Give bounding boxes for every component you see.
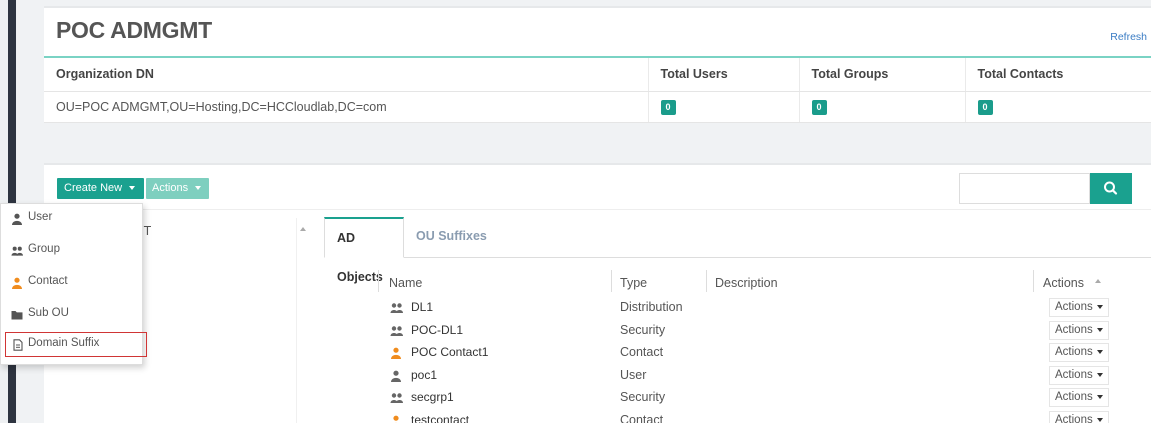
total-users-badge: 0: [660, 99, 676, 115]
col-header-organization-dn: Organization DN: [44, 58, 648, 92]
column-divider: [1033, 270, 1034, 292]
chevron-down-icon: [1096, 395, 1103, 399]
tab-ou-suffixes[interactable]: OU Suffixes: [404, 217, 499, 258]
menu-item-label: Sub OU: [28, 307, 69, 319]
menu-item-label: User: [28, 211, 53, 223]
chevron-down-icon: [195, 186, 202, 190]
object-name: POC-DL1: [411, 322, 464, 337]
chevron-down-icon: [1096, 350, 1103, 354]
row-actions-dropdown[interactable]: Actions: [1049, 388, 1109, 407]
contact-icon: [391, 347, 401, 359]
tree-scrollbar[interactable]: [296, 218, 310, 423]
actions-button[interactable]: Actions: [146, 178, 209, 199]
ou-objects-panel: Create New Actions DMGMT AD Objects OU S…: [44, 163, 1151, 423]
actions-label: Actions: [152, 182, 189, 194]
object-name: poc1: [411, 367, 438, 382]
menu-item-label: Contact: [28, 275, 68, 287]
org-table-header: Organization DN Total Users Total Groups…: [44, 58, 1151, 92]
object-name: secgrp1: [411, 390, 454, 404]
organization-dn: OU=POC ADMGMT,OU=Hosting,DC=HCCloudlab,D…: [44, 91, 648, 123]
row-actions-label: Actions: [1055, 346, 1093, 358]
search-input[interactable]: [959, 173, 1090, 204]
row-actions-label: Actions: [1055, 301, 1093, 313]
table-row[interactable]: poc1 User Actions: [378, 365, 1118, 388]
table-header: Name Type Description Actions: [378, 270, 1118, 297]
total-contacts-badge: 0: [977, 99, 993, 115]
row-actions-dropdown[interactable]: Actions: [1049, 320, 1109, 340]
object-type: Distribution: [620, 300, 683, 314]
search-icon: [1104, 181, 1118, 195]
org-summary-table: Organization DN Total Users Total Groups…: [44, 58, 1151, 123]
column-divider: [378, 270, 379, 292]
object-name: DL1: [411, 300, 434, 314]
group-icon: [390, 393, 403, 403]
user-icon: [391, 370, 401, 382]
chevron-down-icon: [1096, 372, 1103, 377]
refresh-link[interactable]: Refresh: [1110, 31, 1147, 43]
col-header-description[interactable]: Description: [715, 276, 778, 290]
column-divider: [611, 270, 612, 292]
menu-item-group[interactable]: Group: [1, 238, 142, 266]
col-header-name[interactable]: Name: [389, 276, 422, 290]
menu-item-label: Group: [28, 243, 60, 255]
tab-ad-objects[interactable]: AD Objects: [324, 217, 404, 284]
menu-item-user[interactable]: User: [1, 206, 142, 234]
column-divider: [706, 270, 707, 292]
contact-icon: [12, 277, 22, 289]
menu-item-sub-ou[interactable]: Sub OU: [1, 302, 142, 330]
group-icon: [11, 246, 23, 256]
col-header-total-groups: Total Groups: [798, 58, 965, 92]
search-button[interactable]: [1090, 173, 1132, 204]
user-icon: [12, 213, 22, 225]
menu-item-label: Domain Suffix: [28, 337, 100, 349]
table-row[interactable]: DL1 Distribution Actions: [378, 297, 1118, 320]
object-type: User: [620, 367, 647, 382]
object-type: Contact: [620, 345, 664, 359]
menu-item-contact[interactable]: Contact: [1, 270, 142, 298]
scroll-up-arrow-icon[interactable]: [1095, 279, 1101, 283]
chevron-down-icon: [1096, 417, 1103, 422]
chevron-down-icon: [1096, 327, 1103, 332]
chevron-down-icon: [129, 186, 136, 190]
group-icon: [390, 325, 403, 336]
row-actions-label: Actions: [1055, 413, 1093, 423]
col-header-actions: Actions: [1043, 276, 1084, 290]
table-row[interactable]: testcontact Contact Actions: [378, 410, 1118, 423]
object-tabs: AD Objects OU Suffixes: [324, 217, 1151, 284]
panel-header: POC ADMGMT Refresh: [44, 8, 1151, 58]
scroll-up-arrow-icon[interactable]: [300, 227, 306, 231]
row-actions-label: Actions: [1055, 368, 1093, 381]
chevron-down-icon: [1096, 305, 1103, 309]
object-name: testcontact: [411, 412, 470, 423]
page-title: POC ADMGMT: [56, 17, 212, 43]
total-groups-badge: 0: [811, 99, 827, 115]
row-actions-dropdown[interactable]: Actions: [1049, 343, 1109, 362]
ad-objects-table: Name Type Description Actions DL1 Distri…: [378, 270, 1118, 423]
table-row[interactable]: POC Contact1 Contact Actions: [378, 342, 1118, 365]
menu-item-domain-suffix[interactable]: Domain Suffix: [5, 332, 147, 357]
create-new-label: Create New: [64, 182, 123, 194]
create-new-button[interactable]: Create New: [57, 178, 144, 199]
folder-icon: [11, 311, 23, 320]
create-new-menu: User Group Contact Sub OU Domain Suffix: [0, 203, 147, 365]
object-name: POC Contact1: [411, 345, 489, 359]
row-actions-dropdown[interactable]: Actions: [1049, 365, 1109, 385]
object-type: Security: [620, 390, 666, 404]
table-row[interactable]: POC-DL1 Security Actions: [378, 320, 1118, 343]
document-icon: [13, 339, 23, 351]
object-type: Contact: [620, 412, 664, 423]
object-type: Security: [620, 322, 666, 337]
col-header-total-users: Total Users: [647, 58, 799, 92]
row-actions-label: Actions: [1055, 323, 1093, 336]
row-actions-label: Actions: [1055, 391, 1093, 403]
row-actions-dropdown[interactable]: Actions: [1049, 298, 1109, 317]
col-header-type[interactable]: Type: [620, 276, 647, 290]
row-actions-dropdown[interactable]: Actions: [1049, 410, 1109, 423]
ou-summary-panel: POC ADMGMT Refresh Organization DN Total…: [44, 6, 1151, 123]
col-header-total-contacts: Total Contacts: [964, 58, 1151, 92]
group-icon: [390, 303, 403, 313]
contact-icon: [393, 415, 399, 423]
table-row[interactable]: secgrp1 Security Actions: [378, 387, 1118, 410]
org-table-row: OU=POC ADMGMT,OU=Hosting,DC=HCCloudlab,D…: [44, 91, 1151, 123]
